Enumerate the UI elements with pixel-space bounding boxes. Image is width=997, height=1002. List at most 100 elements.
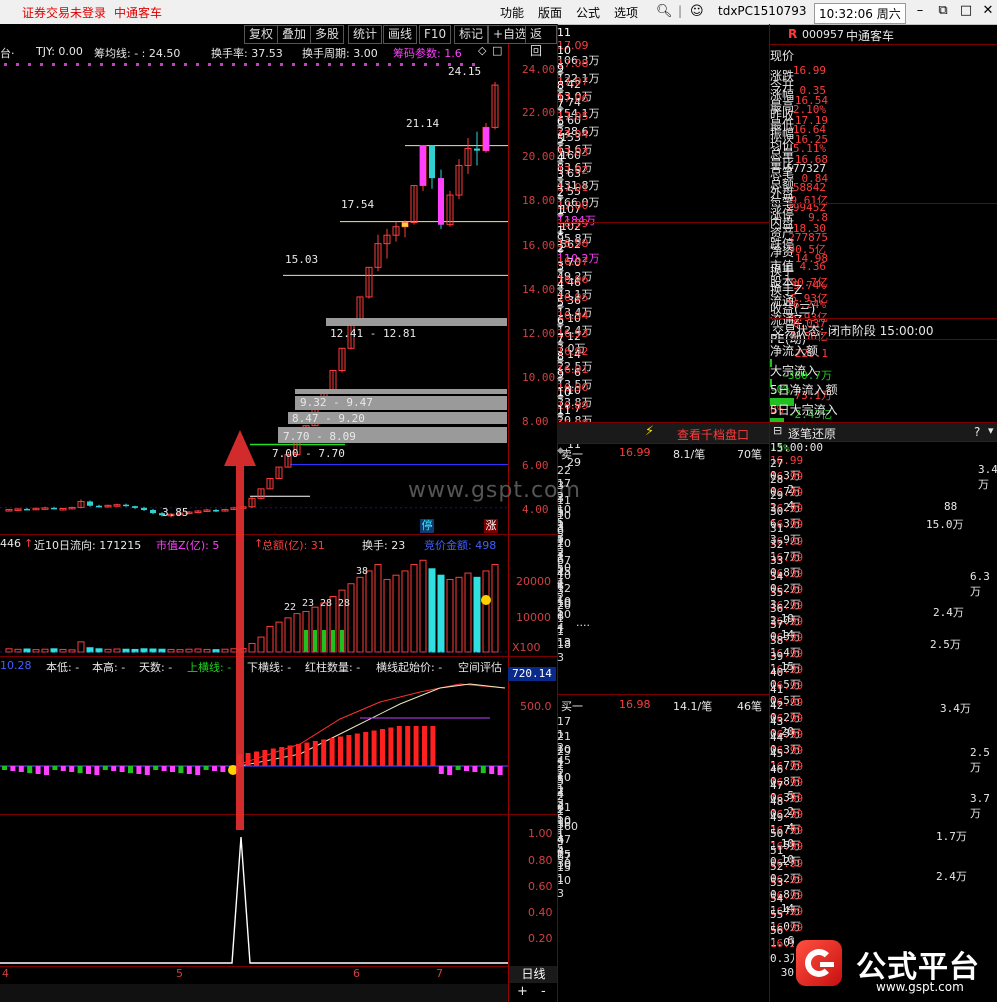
buy-row[interactable]: 4 16.95 13.4万 ◆ 12: [557, 278, 769, 343]
quote-divider: [770, 44, 997, 45]
tick-time: 38: [770, 634, 784, 648]
queue-cell: 67: [557, 850, 571, 863]
buy-row[interactable]: 916.9033.8万◆27: [557, 368, 769, 433]
draw-line-button[interactable]: 画线: [383, 25, 418, 44]
buy-row[interactable]: 8 16.91 13.5万 ◆ 7: [557, 350, 769, 415]
sell-row[interactable]: 1 16.99 95.8万 ◆ 70: [557, 204, 769, 269]
indicator-tick: 500.0: [520, 700, 552, 713]
mark-button[interactable]: 标记: [454, 25, 489, 44]
clock: 10:32:06 周六: [814, 3, 906, 24]
back-button[interactable]: 返回: [525, 25, 557, 58]
chart-toolbar: 复权 叠加 多股 统计 画线 F10 标记 +自选 返回: [0, 24, 557, 58]
chip-dot: [64, 63, 67, 66]
chart-prefix: 台·: [0, 47, 15, 60]
turnover-period-value: 换手周期: 3.00: [302, 47, 378, 60]
volume-fill: [331, 630, 335, 652]
zoom-in-button[interactable]: +: [517, 984, 528, 999]
quote-divider: [770, 318, 997, 319]
buy-row[interactable]: 3 16.96 43.1万 ◆ 10: [557, 260, 769, 325]
chip-dot: [352, 63, 355, 66]
flow10-value: 近10日流向: 171215: [34, 539, 142, 552]
stats-button[interactable]: 统计: [348, 25, 383, 44]
indicator-bar: [170, 766, 175, 772]
minimize-icon[interactable]: –: [912, 3, 928, 19]
candle-body[interactable]: [474, 148, 480, 151]
main-chart-header: 台· TJY: 0.00 筹均线: - : 24.50 换手率: 37.53 换…: [0, 44, 508, 60]
sell-row[interactable]: 4 17.02 431.8万 ◆ 107: [557, 151, 769, 216]
buy-row[interactable]: 2 16.97 49.2万 ◆ 36: [557, 242, 769, 307]
search-icon[interactable]: 🔍︎: [656, 4, 673, 19]
indicator-bar: [102, 766, 108, 770]
buy-row[interactable]: 6 16.93 3.0万 ◆ 6: [557, 314, 769, 379]
buy-row[interactable]: 1 16.98 110.2万 ◆ 46: [557, 224, 769, 289]
tick-time: 37: [770, 618, 784, 632]
r-icon: R: [788, 27, 798, 41]
quote-row: 换手 9.74% 流通 5.93亿: [770, 262, 997, 324]
menu-options[interactable]: 选项: [614, 4, 638, 21]
buy-row[interactable]: 5 16.94 12.4万 ◆ 14: [557, 296, 769, 361]
sell-row[interactable]: 10 17.08 122.1万 ◆ 74: [557, 44, 769, 109]
chip-params-value: 筹码参数: 1.6: [393, 47, 462, 60]
tick-time: 51: [770, 843, 784, 857]
depth-link[interactable]: 查看千档盘口: [677, 426, 749, 443]
user-icon[interactable]: ☺: [690, 4, 704, 19]
menu-layout[interactable]: 版面: [538, 4, 562, 21]
candle-body[interactable]: [213, 509, 219, 512]
indicator-bar: [178, 766, 184, 773]
signal-tick: 0.20: [528, 932, 553, 945]
candle-body[interactable]: [429, 145, 435, 179]
signal-bar: [402, 222, 408, 227]
collapse-icon[interactable]: ⊟: [773, 424, 782, 437]
help-icon[interactable]: ?: [974, 425, 980, 439]
sell-row[interactable]: 7 17.05 228.6万 ◆ 160: [557, 97, 769, 162]
maximize-icon[interactable]: □: [958, 3, 974, 19]
overlay-button[interactable]: 叠加: [277, 25, 312, 44]
sell-row[interactable]: 9 17.07 63.0万 ◆ 60: [557, 62, 769, 127]
expand-icon[interactable]: □: [492, 44, 502, 57]
volume-bar: [284, 617, 292, 653]
diamond-icon[interactable]: ◇: [478, 44, 486, 57]
dropdown-icon[interactable]: ▾: [988, 424, 994, 437]
indicator-bar: [27, 766, 33, 773]
candle-body[interactable]: [150, 509, 156, 514]
queue-row: 10 3 1 3 50: [557, 509, 769, 574]
buy-row[interactable]: 7 16.92 22.5万 ◆ 10: [557, 332, 769, 397]
menu-formula[interactable]: 公式: [576, 4, 600, 21]
sell-row[interactable]: 3 17.01 166.0万 ◆ 102: [557, 168, 769, 233]
zoom-out-button[interactable]: -: [541, 984, 546, 999]
restore-icon[interactable]: ⧉: [935, 3, 951, 19]
sell-row[interactable]: 8 17.06 154.1万 ◆ 153: [557, 79, 769, 144]
candle-body[interactable]: [24, 508, 30, 511]
band-bar: [295, 389, 507, 394]
indicator-bar: [186, 766, 192, 774]
candle-body[interactable]: [141, 507, 147, 510]
f10-button[interactable]: F10: [419, 25, 452, 44]
menu-function[interactable]: 功能: [500, 4, 524, 21]
candle-body[interactable]: [51, 507, 57, 510]
sell-row[interactable]: 11 17.09 106.3万 ◆ 42: [557, 26, 769, 91]
sell-row[interactable]: 2 17.00 1184万 ◆ 562: [557, 186, 769, 251]
line-start-value: 横线起始价: -: [376, 661, 443, 674]
multi-stock-button[interactable]: 多股: [310, 25, 345, 44]
indicator-bar: [312, 741, 318, 766]
quote-label: 昨收: [770, 107, 795, 122]
volume-bar: [203, 648, 211, 653]
chip-dot: [124, 63, 127, 66]
candle-body[interactable]: [132, 506, 138, 508]
indicator-bar: [195, 766, 201, 775]
close-icon[interactable]: ✕: [980, 3, 996, 19]
buy-row[interactable]: 1016.8920.8万◆11: [557, 386, 769, 451]
adjust-button[interactable]: 复权: [244, 25, 279, 44]
scroll-bar[interactable]: [0, 984, 508, 1002]
indicator-bar: [405, 726, 411, 766]
buy-row[interactable]: 1116.8848.4万◆29: [557, 404, 769, 469]
candle-body[interactable]: [96, 505, 102, 508]
tick-time: 34: [770, 569, 784, 583]
sell-row[interactable]: 6 17.04 63.6万 ◆ 63: [557, 115, 769, 180]
period-button[interactable]: 日线: [508, 966, 558, 983]
signal-chart[interactable]: [0, 815, 508, 966]
login-status[interactable]: 证券交易未登录: [22, 4, 106, 21]
candle-body[interactable]: [87, 501, 93, 506]
candle-body[interactable]: [123, 504, 129, 507]
sell-row[interactable]: 5 17.03 83.6万 ◆ 55: [557, 133, 769, 198]
